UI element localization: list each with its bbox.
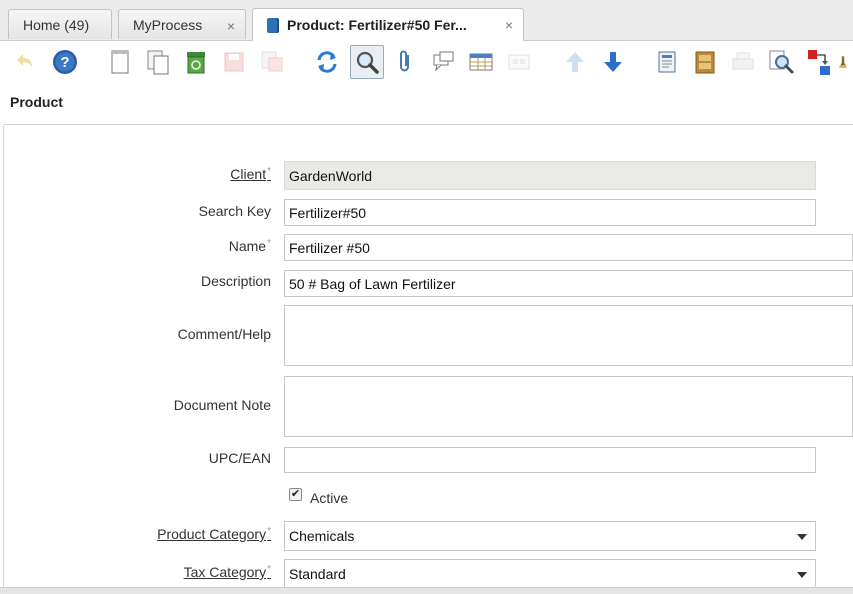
archive-icon[interactable] [690, 47, 720, 77]
client-field: GardenWorld [284, 161, 816, 190]
workflow-icon[interactable] [804, 47, 834, 77]
attachment-icon[interactable] [390, 47, 420, 77]
parent-icon[interactable] [504, 47, 534, 77]
close-icon[interactable]: × [227, 18, 235, 34]
grid-toggle-icon[interactable] [466, 47, 496, 77]
client-value: GardenWorld [289, 167, 373, 184]
zoom-across-icon[interactable] [766, 47, 796, 77]
tax-category-select[interactable]: Standard [284, 559, 816, 589]
help-icon[interactable]: ? [50, 47, 80, 77]
tab-product[interactable]: Product: Fertilizer#50 Fer... × [252, 8, 524, 41]
description-label: Description [200, 273, 271, 289]
active-label: Active [310, 490, 349, 506]
find-icon[interactable] [350, 45, 384, 79]
svg-text:?: ? [60, 54, 69, 71]
chevron-down-icon[interactable] [797, 572, 807, 578]
divider [4, 124, 853, 125]
tab-label: Home (49) [23, 16, 90, 33]
product-category-select[interactable]: Chemicals [284, 521, 816, 551]
document-note-textarea[interactable] [284, 376, 853, 437]
copy-record-icon[interactable] [143, 47, 173, 77]
delete-icon[interactable] [181, 47, 211, 77]
window-tab-bar: Home (49) MyProcess × Product: Fertilize… [0, 0, 853, 41]
upc-ean-label: UPC/EAN [208, 450, 271, 466]
report-icon[interactable] [652, 47, 682, 77]
tab-home[interactable]: Home (49) [8, 9, 112, 39]
tab-label: Product: Fertilizer#50 Fer... [287, 17, 467, 33]
upc-ean-input[interactable] [284, 447, 816, 473]
chat-icon[interactable] [428, 47, 458, 77]
search-key-input[interactable]: Fertilizer#50 [284, 199, 816, 226]
name-label: Name* [228, 238, 271, 254]
divider [3, 125, 4, 593]
new-record-icon[interactable] [105, 47, 135, 77]
comment-help-label: Comment/Help [177, 326, 271, 342]
next-record-icon[interactable] [598, 47, 628, 77]
chevron-down-icon[interactable] [797, 534, 807, 540]
window-title: Product [10, 94, 63, 110]
process-icon[interactable] [838, 47, 853, 77]
previous-record-icon[interactable] [560, 47, 590, 77]
close-icon[interactable]: × [505, 17, 513, 33]
document-note-label: Document Note [173, 397, 271, 413]
save-new-icon[interactable] [257, 47, 287, 77]
refresh-icon[interactable] [312, 47, 342, 77]
search-key-label: Search Key [198, 203, 271, 219]
save-icon[interactable] [219, 47, 249, 77]
document-icon [267, 17, 279, 33]
name-input[interactable]: Fertilizer #50 [284, 234, 853, 261]
print-icon[interactable] [728, 47, 758, 77]
active-checkbox[interactable]: ✔ [289, 488, 302, 501]
description-input[interactable]: 50 # Bag of Lawn Fertilizer [284, 270, 853, 297]
undo-icon[interactable] [10, 47, 40, 77]
tab-label: MyProcess [133, 16, 203, 33]
tax-category-label[interactable]: Tax Category* [184, 564, 271, 580]
checkmark-icon: ✔ [290, 488, 301, 500]
comment-help-textarea[interactable] [284, 305, 853, 366]
client-label[interactable]: Client* [230, 166, 271, 182]
toolbar: ? [0, 41, 853, 85]
tab-myprocess[interactable]: MyProcess × [118, 9, 246, 39]
product-category-label[interactable]: Product Category* [157, 526, 271, 542]
